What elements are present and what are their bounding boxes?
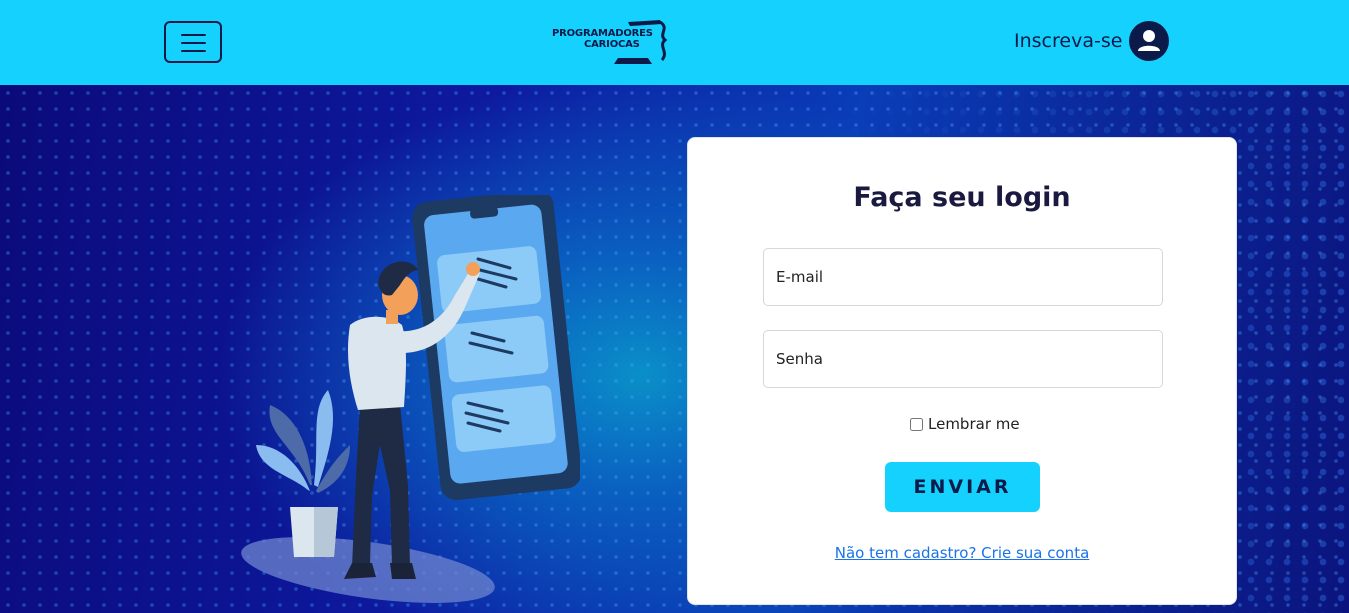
logo-text-line2: CARIOCAS — [584, 39, 640, 50]
password-field[interactable] — [763, 330, 1163, 388]
remember-me-label: Lembrar me — [928, 415, 1020, 433]
hamburger-icon-line — [181, 42, 206, 44]
menu-toggle-button[interactable] — [164, 21, 222, 63]
login-title: Faça seu login — [853, 182, 1071, 213]
hamburger-icon — [181, 34, 206, 36]
signup-link[interactable]: Inscreva-se — [1014, 30, 1122, 52]
site-logo[interactable]: PROGRAMADORES CARIOCAS — [548, 18, 670, 68]
user-icon — [1138, 30, 1160, 51]
top-navbar: PROGRAMADORES CARIOCAS Inscreva-se — [0, 0, 1349, 85]
remember-me-checkbox[interactable] — [910, 417, 923, 431]
submit-button[interactable]: ENVIAR — [885, 462, 1040, 512]
logo-text-line1: PROGRAMADORES — [552, 28, 653, 39]
create-account-link[interactable]: Não tem cadastro? Crie sua conta — [688, 544, 1236, 562]
person-with-phone-illustration — [241, 195, 580, 603]
login-card: Faça seu login Lembrar me ENVIAR Não tem… — [687, 137, 1237, 605]
user-account-button[interactable] — [1129, 21, 1169, 61]
hamburger-icon-line — [181, 50, 206, 52]
email-field[interactable] — [763, 248, 1163, 306]
remember-me-option[interactable]: Lembrar me — [910, 415, 1020, 433]
